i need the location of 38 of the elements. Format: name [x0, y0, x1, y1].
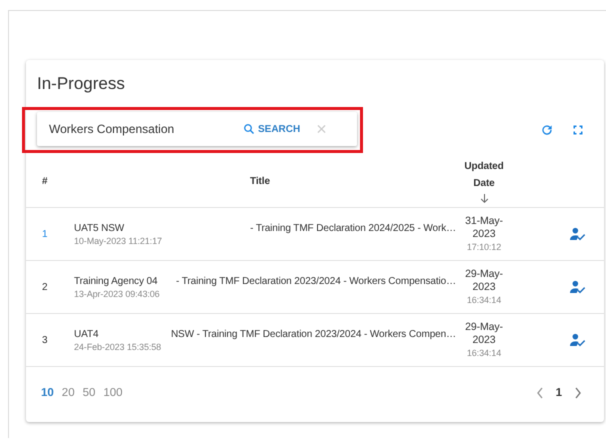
agency-name: UAT5 NSW	[74, 222, 126, 234]
card-title: In-Progress	[36, 73, 125, 95]
current-page[interactable]: 1	[556, 387, 562, 399]
created-date: 13-Apr-2023 09:43:06	[74, 288, 160, 298]
agency-name: UAT4	[74, 328, 100, 340]
updated-date: 31-May-2023	[464, 214, 504, 240]
assign-user-icon[interactable]	[570, 280, 586, 294]
search-input[interactable]: Workers Compensation	[37, 122, 239, 136]
declaration-title[interactable]: - Training TMF Declaration 2024/2025 - Work…	[250, 222, 456, 246]
updated-time: 17:10:12	[466, 240, 502, 254]
search-field[interactable]: Workers Compensation SEARCH ×	[37, 112, 357, 146]
updated-time: 16:34:14	[466, 346, 502, 360]
row-number: 1	[42, 228, 48, 240]
page-size-option[interactable]: 100	[103, 387, 123, 399]
page-size-option[interactable]: 20	[62, 387, 75, 399]
search-button[interactable]: SEARCH	[239, 121, 304, 137]
fullscreen-icon[interactable]	[572, 124, 584, 136]
next-page-icon[interactable]	[574, 387, 582, 399]
refresh-icon[interactable]	[540, 123, 554, 137]
updated-date: 29-May-2023	[464, 268, 504, 294]
agency-name: Training Agency 04	[74, 276, 158, 286]
column-header: #	[42, 176, 48, 186]
updated-time: 16:34:14	[466, 294, 502, 306]
column-header[interactable]: Updated Date	[456, 158, 512, 192]
row-number: 2	[42, 282, 48, 292]
declaration-title[interactable]: - Training TMF Declaration 2023/2024 - Workers Compensatio…	[176, 276, 456, 298]
page-size-option[interactable]: 10	[41, 387, 54, 399]
page-size-option[interactable]: 50	[82, 387, 96, 399]
search-icon	[243, 123, 255, 135]
updated-date: 29-May-2023	[464, 320, 504, 346]
assign-user-icon[interactable]	[570, 227, 586, 241]
created-date: 24-Feb-2023 15:35:58	[74, 342, 162, 352]
declaration-title[interactable]: NSW - Training TMF Declaration 2023/2024 - Workers Compen…	[170, 328, 456, 352]
previous-page-icon[interactable]	[536, 387, 544, 399]
assign-user-icon[interactable]	[570, 333, 586, 347]
created-date: 10-May-2023 11:21:17	[74, 236, 162, 246]
column-header: Title	[250, 176, 270, 186]
row-number: 3	[42, 334, 48, 346]
